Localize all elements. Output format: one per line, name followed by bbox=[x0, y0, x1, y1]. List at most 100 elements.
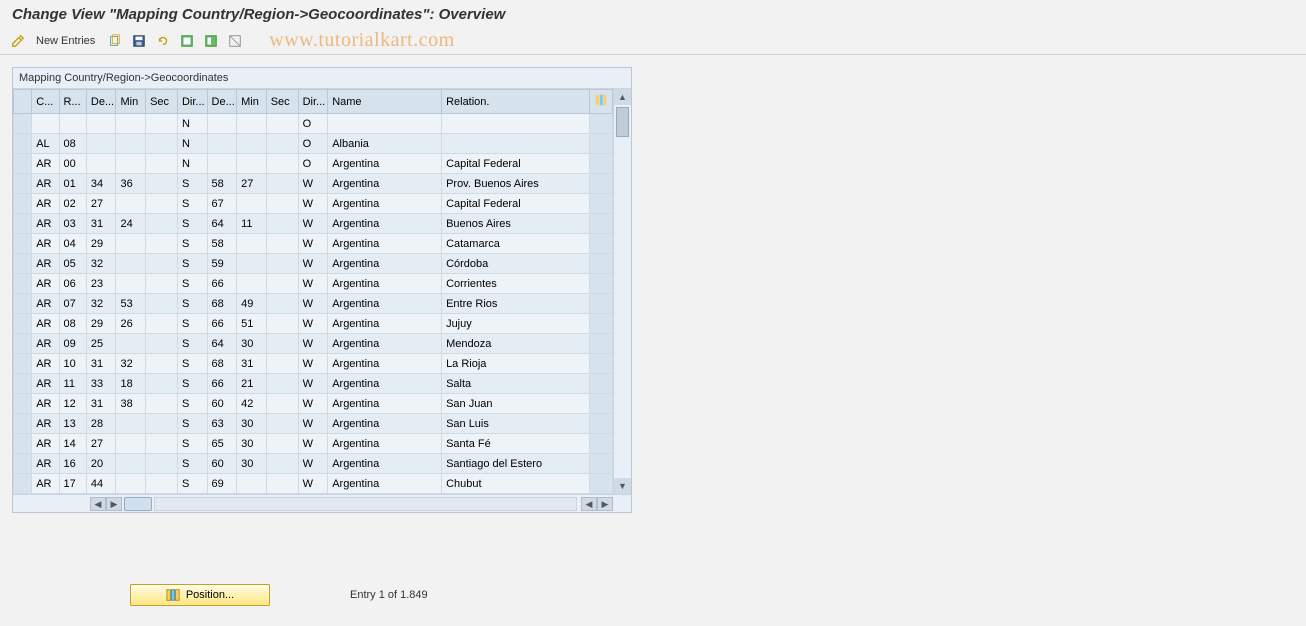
cell-deg-lat[interactable]: 23 bbox=[86, 274, 116, 294]
cell-country[interactable]: AR bbox=[32, 354, 59, 374]
cell-deg-lon[interactable]: 60 bbox=[207, 394, 237, 414]
cell-min-lon[interactable]: 30 bbox=[237, 454, 267, 474]
cell-relation[interactable]: Santa Fé bbox=[442, 434, 590, 454]
row-selector[interactable] bbox=[14, 154, 32, 174]
cell-min-lat[interactable] bbox=[116, 114, 146, 134]
cell-name[interactable]: Argentina bbox=[328, 414, 442, 434]
cell-relation[interactable]: Salta bbox=[442, 374, 590, 394]
cell-deg-lat[interactable]: 32 bbox=[86, 294, 116, 314]
row-selector[interactable] bbox=[14, 374, 32, 394]
cell-deg-lat[interactable]: 33 bbox=[86, 374, 116, 394]
table-row[interactable]: AR082926S6651WArgentinaJujuy bbox=[14, 314, 613, 334]
cell-region[interactable]: 10 bbox=[59, 354, 86, 374]
cell-region[interactable]: 13 bbox=[59, 414, 86, 434]
scroll-down-icon[interactable]: ▼ bbox=[614, 478, 631, 494]
cell-dir-lat[interactable]: S bbox=[177, 214, 207, 234]
row-selector-header[interactable] bbox=[14, 90, 32, 114]
scroll-right-icon[interactable]: ▶ bbox=[106, 497, 122, 511]
cell-dir-lat[interactable]: S bbox=[177, 174, 207, 194]
cell-country[interactable]: AR bbox=[32, 374, 59, 394]
cell-deg-lon[interactable]: 60 bbox=[207, 454, 237, 474]
cell-deg-lon[interactable]: 68 bbox=[207, 354, 237, 374]
cell-dir-lon[interactable]: W bbox=[298, 214, 328, 234]
cell-min-lat[interactable] bbox=[116, 414, 146, 434]
cell-deg-lat[interactable]: 31 bbox=[86, 214, 116, 234]
col-min-lon[interactable]: Min bbox=[237, 90, 267, 114]
cell-spacer[interactable] bbox=[590, 114, 613, 134]
cell-name[interactable]: Argentina bbox=[328, 294, 442, 314]
cell-country[interactable]: AR bbox=[32, 174, 59, 194]
cell-min-lon[interactable] bbox=[237, 474, 267, 494]
select-all-icon[interactable] bbox=[177, 31, 197, 51]
cell-sec-lat[interactable] bbox=[146, 234, 178, 254]
cell-dir-lon[interactable]: W bbox=[298, 254, 328, 274]
table-row[interactable]: AR033124S6411WArgentinaBuenos Aires bbox=[14, 214, 613, 234]
cell-country[interactable]: AR bbox=[32, 394, 59, 414]
row-selector[interactable] bbox=[14, 134, 32, 154]
cell-dir-lat[interactable]: S bbox=[177, 374, 207, 394]
row-selector[interactable] bbox=[14, 274, 32, 294]
cell-dir-lat[interactable]: S bbox=[177, 394, 207, 414]
row-selector[interactable] bbox=[14, 194, 32, 214]
col-relation[interactable]: Relation. bbox=[442, 90, 590, 114]
table-row[interactable]: AR013436S5827WArgentinaProv. Buenos Aire… bbox=[14, 174, 613, 194]
copy-icon[interactable] bbox=[105, 31, 125, 51]
cell-spacer[interactable] bbox=[590, 134, 613, 154]
cell-dir-lat[interactable]: S bbox=[177, 274, 207, 294]
cell-spacer[interactable] bbox=[590, 394, 613, 414]
cell-region[interactable]: 14 bbox=[59, 434, 86, 454]
cell-relation[interactable]: San Juan bbox=[442, 394, 590, 414]
cell-country[interactable]: AR bbox=[32, 434, 59, 454]
cell-sec-lon[interactable] bbox=[266, 254, 298, 274]
cell-min-lon[interactable]: 42 bbox=[237, 394, 267, 414]
cell-deg-lat[interactable]: 27 bbox=[86, 434, 116, 454]
table-row[interactable]: AR00NOArgentinaCapital Federal bbox=[14, 154, 613, 174]
cell-name[interactable]: Albania bbox=[328, 134, 442, 154]
cell-dir-lon[interactable]: O bbox=[298, 134, 328, 154]
cell-relation[interactable]: Santiago del Estero bbox=[442, 454, 590, 474]
col-degrees-lon[interactable]: De... bbox=[207, 90, 237, 114]
cell-dir-lon[interactable]: W bbox=[298, 174, 328, 194]
cell-min-lat[interactable] bbox=[116, 234, 146, 254]
cell-region[interactable]: 02 bbox=[59, 194, 86, 214]
cell-region[interactable]: 05 bbox=[59, 254, 86, 274]
vertical-scrollbar[interactable]: ▲ ▼ bbox=[613, 89, 631, 494]
row-selector[interactable] bbox=[14, 174, 32, 194]
cell-spacer[interactable] bbox=[590, 174, 613, 194]
horizontal-scrollbar[interactable]: ◀ ▶ ◀ ▶ bbox=[13, 494, 631, 512]
row-selector[interactable] bbox=[14, 294, 32, 314]
cell-min-lon[interactable] bbox=[237, 254, 267, 274]
cell-name[interactable]: Argentina bbox=[328, 434, 442, 454]
cell-dir-lat[interactable]: S bbox=[177, 414, 207, 434]
table-row[interactable]: AR073253S6849WArgentinaEntre Rios bbox=[14, 294, 613, 314]
cell-min-lat[interactable] bbox=[116, 154, 146, 174]
cell-relation[interactable]: Chubut bbox=[442, 474, 590, 494]
cell-min-lat[interactable]: 18 bbox=[116, 374, 146, 394]
cell-min-lon[interactable]: 30 bbox=[237, 434, 267, 454]
cell-dir-lat[interactable]: S bbox=[177, 434, 207, 454]
cell-sec-lat[interactable] bbox=[146, 274, 178, 294]
deselect-icon[interactable] bbox=[225, 31, 245, 51]
table-row[interactable]: AR0227S67WArgentinaCapital Federal bbox=[14, 194, 613, 214]
cell-region[interactable]: 09 bbox=[59, 334, 86, 354]
cell-dir-lon[interactable]: W bbox=[298, 294, 328, 314]
cell-deg-lon[interactable]: 58 bbox=[207, 234, 237, 254]
cell-deg-lat[interactable] bbox=[86, 154, 116, 174]
col-degrees-lat[interactable]: De... bbox=[86, 90, 116, 114]
cell-min-lat[interactable]: 38 bbox=[116, 394, 146, 414]
cell-min-lon[interactable] bbox=[237, 234, 267, 254]
cell-relation[interactable] bbox=[442, 134, 590, 154]
col-name[interactable]: Name bbox=[328, 90, 442, 114]
cell-deg-lat[interactable] bbox=[86, 114, 116, 134]
cell-country[interactable]: AL bbox=[32, 134, 59, 154]
cell-spacer[interactable] bbox=[590, 294, 613, 314]
cell-spacer[interactable] bbox=[590, 414, 613, 434]
cell-relation[interactable]: Prov. Buenos Aires bbox=[442, 174, 590, 194]
cell-dir-lon[interactable]: W bbox=[298, 194, 328, 214]
cell-region[interactable]: 16 bbox=[59, 454, 86, 474]
cell-min-lat[interactable]: 36 bbox=[116, 174, 146, 194]
cell-dir-lon[interactable]: W bbox=[298, 334, 328, 354]
cell-sec-lon[interactable] bbox=[266, 234, 298, 254]
cell-deg-lat[interactable]: 44 bbox=[86, 474, 116, 494]
select-block-icon[interactable] bbox=[201, 31, 221, 51]
